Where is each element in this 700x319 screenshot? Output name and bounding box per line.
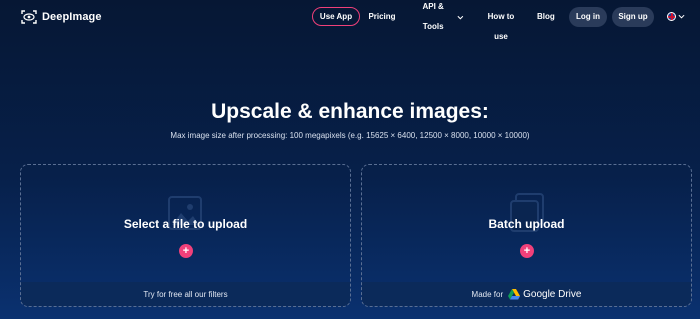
plus-icon[interactable]: + bbox=[520, 244, 534, 258]
single-upload-label: Select a file to upload bbox=[123, 217, 248, 231]
language-selector[interactable] bbox=[667, 12, 685, 21]
batch-upload-footer: Made for Google Drive bbox=[362, 282, 691, 306]
page-title: Upscale & enhance images: bbox=[211, 100, 489, 123]
chevron-down-icon bbox=[457, 15, 464, 19]
log-in-button[interactable]: Log in bbox=[569, 7, 607, 27]
chevron-down-icon bbox=[678, 14, 685, 19]
google-drive-icon bbox=[508, 288, 521, 299]
nav-blog[interactable]: Blog bbox=[537, 7, 555, 27]
deepimage-logo-icon bbox=[21, 10, 37, 24]
single-upload-dropzone[interactable]: Select a file to upload + Try for free a… bbox=[20, 164, 351, 307]
nav-pricing[interactable]: Pricing bbox=[366, 7, 398, 27]
google-drive-link[interactable]: Google Drive bbox=[508, 288, 582, 300]
batch-upload-dropzone[interactable]: Batch upload + Made for Google Drive bbox=[361, 164, 692, 307]
logo[interactable]: DeepImage bbox=[21, 10, 102, 24]
single-upload-footer-text: Try for free all our filters bbox=[143, 289, 228, 299]
google-drive-label: Google Drive bbox=[523, 288, 582, 300]
plus-icon[interactable]: + bbox=[179, 244, 193, 258]
uk-flag-icon bbox=[667, 12, 676, 21]
top-nav: DeepImage Use App Pricing API & Tools Ho… bbox=[0, 0, 700, 41]
nav-api-tools-label: API & Tools bbox=[422, 2, 444, 31]
logo-text: DeepImage bbox=[42, 11, 102, 23]
use-app-button[interactable]: Use App bbox=[312, 7, 360, 26]
single-upload-footer: Try for free all our filters bbox=[21, 282, 350, 306]
made-for-text: Made for bbox=[471, 289, 504, 299]
nav-how-to-use[interactable]: How to use bbox=[480, 7, 522, 41]
nav-api-tools[interactable]: API & Tools bbox=[412, 2, 464, 31]
page-subtitle: Max image size after processing: 100 meg… bbox=[170, 131, 530, 140]
batch-upload-label: Batch upload bbox=[488, 217, 565, 231]
sign-up-button[interactable]: Sign up bbox=[612, 7, 654, 27]
